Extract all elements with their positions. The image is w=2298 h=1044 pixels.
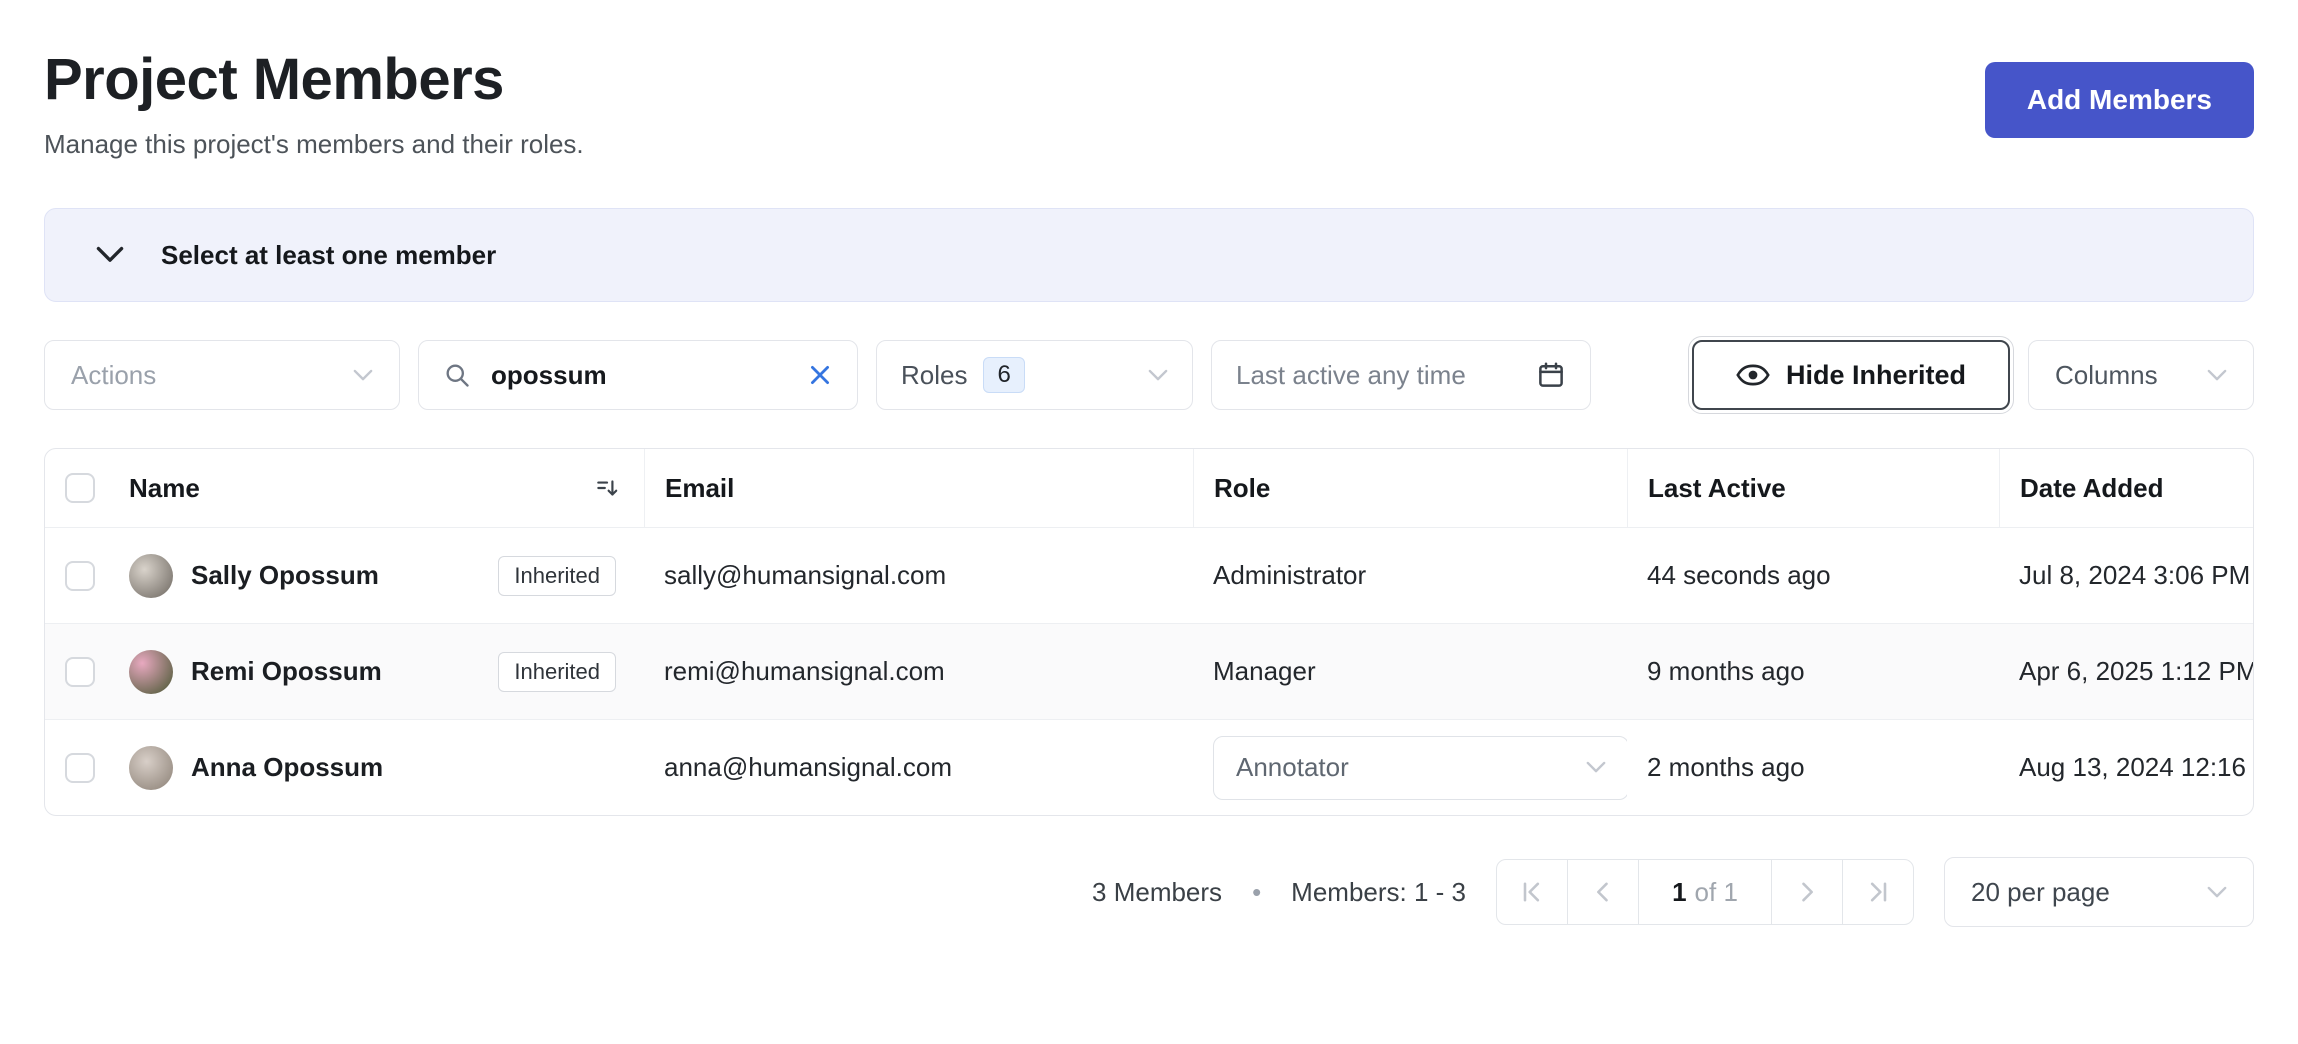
select-all-checkbox[interactable]	[65, 473, 95, 503]
member-date-added: Jul 8, 2024 3:06 PM	[1999, 560, 2253, 591]
search-icon	[443, 361, 471, 389]
header-date-added[interactable]: Date Added	[1999, 449, 2253, 527]
row-checkbox[interactable]	[65, 561, 95, 591]
toolbar: Actions Roles 6 Last active any time	[44, 340, 2254, 410]
per-page-label: 20 per page	[1971, 877, 2110, 908]
members-range: Members: 1 - 3	[1291, 877, 1466, 908]
hide-inherited-label: Hide Inherited	[1786, 360, 1966, 391]
header-role[interactable]: Role	[1193, 449, 1627, 527]
member-name-cell: Remi Opossum Inherited	[109, 650, 644, 694]
first-page-icon	[1518, 878, 1546, 906]
last-active-filter[interactable]: Last active any time	[1211, 340, 1591, 410]
roles-label: Roles	[901, 360, 967, 391]
member-last-active: 2 months ago	[1627, 752, 1999, 783]
role-select-dropdown[interactable]: Annotator	[1213, 736, 1627, 800]
member-email: anna@humansignal.com	[644, 752, 1193, 783]
row-checkbox-cell	[45, 561, 109, 591]
add-members-button[interactable]: Add Members	[1985, 62, 2254, 138]
member-role: Manager	[1193, 656, 1627, 687]
last-page-icon	[1864, 878, 1892, 906]
row-checkbox[interactable]	[65, 753, 95, 783]
row-checkbox-cell	[45, 657, 109, 687]
first-page-button[interactable]	[1496, 859, 1568, 925]
roles-filter-dropdown[interactable]: Roles 6	[876, 340, 1193, 410]
members-table: Name Email Role Last Active Date Added S…	[44, 448, 2254, 816]
member-role-cell: Annotator	[1193, 736, 1627, 800]
chevron-down-icon	[2207, 886, 2227, 899]
eye-icon	[1736, 363, 1770, 387]
select-member-banner[interactable]: Select at least one member	[44, 208, 2254, 302]
next-page-button[interactable]	[1771, 859, 1843, 925]
header-name[interactable]: Name	[109, 473, 644, 504]
avatar	[129, 746, 173, 790]
chevron-down-icon	[1148, 369, 1168, 382]
chevron-down-icon	[2207, 369, 2227, 382]
table-header-row: Name Email Role Last Active Date Added	[45, 449, 2253, 527]
avatar	[129, 554, 173, 598]
chevron-down-icon[interactable]	[95, 246, 125, 264]
role-select-value: Annotator	[1236, 752, 1349, 783]
table-footer: 3 Members • Members: 1 - 3 1 of 1 20 per…	[44, 856, 2254, 928]
prev-page-button[interactable]	[1567, 859, 1639, 925]
inherited-badge: Inherited	[498, 556, 616, 596]
chevron-down-icon	[353, 369, 373, 382]
add-members-label: Add Members	[2027, 84, 2212, 116]
member-name-cell: Sally Opossum Inherited	[109, 554, 644, 598]
page-of-total: of 1	[1695, 877, 1738, 908]
member-last-active: 9 months ago	[1627, 656, 1999, 687]
last-page-button[interactable]	[1842, 859, 1914, 925]
project-members-page: Project Members Manage this project's me…	[0, 0, 2298, 1044]
prev-page-icon	[1589, 878, 1617, 906]
inherited-badge: Inherited	[498, 652, 616, 692]
separator-dot: •	[1252, 877, 1261, 908]
table-row: Remi Opossum Inherited remi@humansignal.…	[45, 623, 2253, 719]
actions-label: Actions	[71, 360, 156, 391]
roles-count-badge: 6	[983, 357, 1024, 393]
page-header: Project Members Manage this project's me…	[0, 0, 2298, 160]
clear-search-icon[interactable]	[807, 362, 833, 388]
last-active-label: Last active any time	[1236, 360, 1466, 391]
member-date-added: Aug 13, 2024 12:16 PM	[1999, 752, 2253, 783]
member-name: Remi Opossum	[191, 656, 382, 687]
members-count: 3 Members	[1092, 877, 1222, 908]
actions-dropdown[interactable]: Actions	[44, 340, 400, 410]
columns-label: Columns	[2055, 360, 2158, 391]
calendar-icon	[1536, 360, 1566, 390]
member-email: sally@humansignal.com	[644, 560, 1193, 591]
pagination: 1 of 1	[1496, 859, 1914, 925]
member-name-cell: Anna Opossum	[109, 746, 644, 790]
banner-text: Select at least one member	[161, 240, 496, 271]
columns-dropdown[interactable]: Columns	[2028, 340, 2254, 410]
page-title: Project Members	[44, 46, 2254, 113]
row-checkbox-cell	[45, 753, 109, 783]
page-indicator: 1 of 1	[1638, 859, 1772, 925]
member-name: Sally Opossum	[191, 560, 379, 591]
avatar	[129, 650, 173, 694]
per-page-dropdown[interactable]: 20 per page	[1944, 857, 2254, 927]
page-subtitle: Manage this project's members and their …	[44, 129, 2254, 160]
member-email: remi@humansignal.com	[644, 656, 1193, 687]
chevron-down-icon	[1586, 761, 1606, 774]
header-checkbox-cell	[45, 473, 109, 503]
member-name: Anna Opossum	[191, 752, 383, 783]
member-role: Administrator	[1193, 560, 1627, 591]
member-date-added: Apr 6, 2025 1:12 PM	[1999, 656, 2253, 687]
table-row: Sally Opossum Inherited sally@humansigna…	[45, 527, 2253, 623]
search-input[interactable]	[489, 359, 789, 392]
search-box	[418, 340, 858, 410]
header-last-active[interactable]: Last Active	[1627, 449, 1999, 527]
header-email[interactable]: Email	[644, 449, 1193, 527]
current-page: 1	[1672, 877, 1686, 908]
row-checkbox[interactable]	[65, 657, 95, 687]
next-page-icon	[1793, 878, 1821, 906]
hide-inherited-button[interactable]: Hide Inherited	[1692, 340, 2010, 410]
sort-icon[interactable]	[594, 475, 620, 501]
member-last-active: 44 seconds ago	[1627, 560, 1999, 591]
table-row: Anna Opossum anna@humansignal.com Annota…	[45, 719, 2253, 815]
header-name-label: Name	[129, 473, 200, 504]
